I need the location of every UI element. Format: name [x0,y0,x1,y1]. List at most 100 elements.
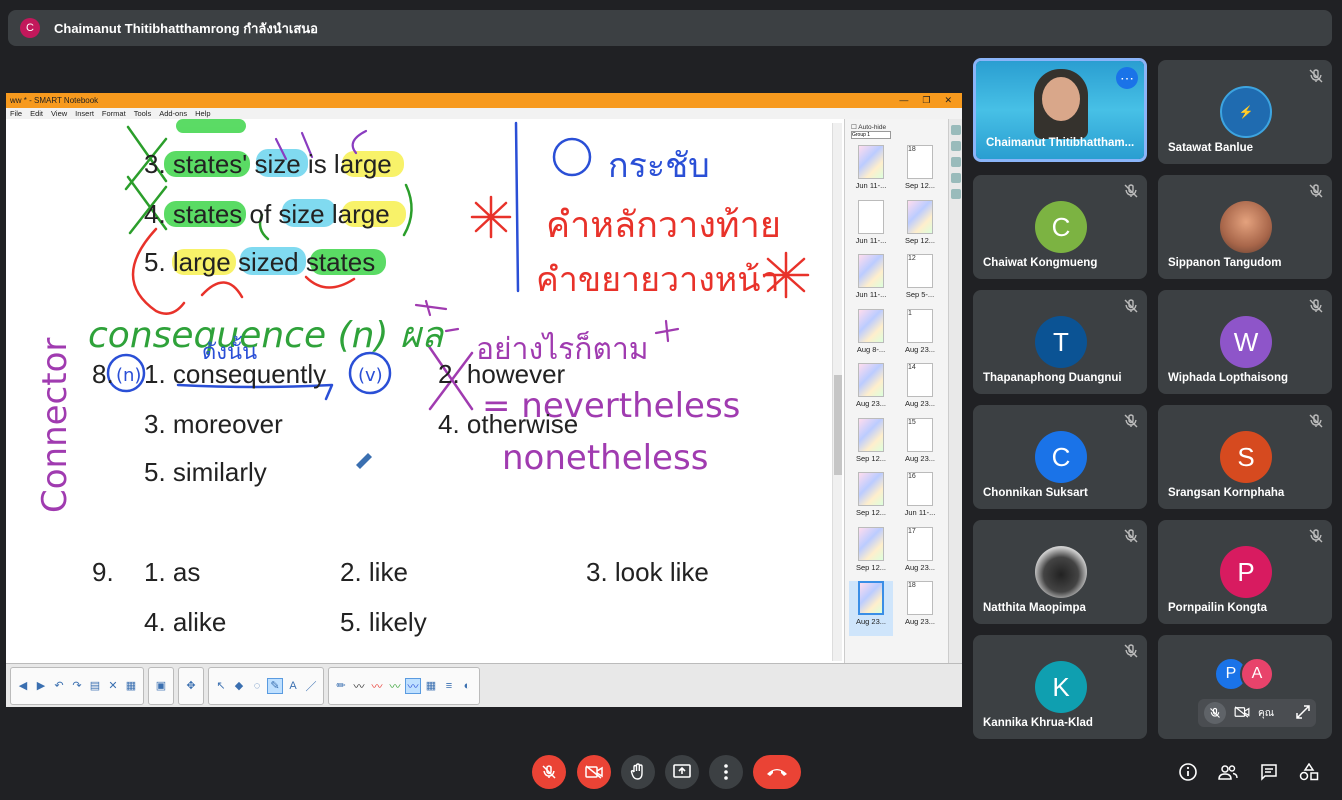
leave-call-button[interactable] [753,755,801,789]
mic-toggle-button[interactable] [532,755,566,789]
page-thumb[interactable]: 12 Sep 5-... [898,254,942,309]
menu-tools[interactable]: Tools [134,109,152,118]
participant-name: Pornpailin Kongta [1168,602,1268,614]
page-sorter-tab-icon[interactable] [951,125,961,135]
pen-color-red-icon[interactable]: 〰 [369,678,385,694]
properties-tab-icon[interactable] [951,173,961,183]
page-thumb[interactable]: Sep 12... [849,472,893,527]
activities-button[interactable] [1299,762,1319,782]
present-now-button[interactable] [665,755,699,789]
group-select[interactable]: Group 1 [851,131,891,139]
raise-hand-button[interactable] [621,755,655,789]
meeting-details-button[interactable] [1178,762,1198,782]
expand-icon[interactable] [1296,704,1310,722]
self-label: คุณ [1258,707,1274,719]
camera-off-icon[interactable] [1234,705,1250,721]
menu-edit[interactable]: Edit [30,109,43,118]
color-palette-icon[interactable]: ▦ [423,678,439,694]
open-icon[interactable]: ▤ [87,678,103,694]
select-icon[interactable]: ↖ [213,678,229,694]
participant-tile[interactable]: C Chonnikan Suksart [973,405,1147,509]
self-tile[interactable]: P A คุณ [1158,635,1332,739]
fill-icon[interactable]: ◆ [231,678,247,694]
people-button[interactable] [1218,762,1238,782]
mic-off-icon[interactable] [1204,702,1226,724]
participant-tile[interactable]: K Kannika Khrua-Klad [973,635,1147,739]
page-thumb[interactable]: 14 Aug 23... [898,363,942,418]
page-thumb[interactable]: Jun 11-... [849,254,893,309]
canvas-vertical-scrollbar[interactable] [832,123,842,661]
move-icon[interactable]: ✥ [183,678,199,694]
screen-shade-icon[interactable]: ▣ [153,678,169,694]
highlighter-icon[interactable]: ◐ [459,678,475,694]
camera-toggle-button[interactable] [577,755,611,789]
pen-color-black-icon[interactable]: 〰 [351,678,367,694]
ink-connector: Connector [35,338,75,513]
autohide-checkbox[interactable]: ☐ Auto-hide [845,119,948,131]
page-thumb[interactable]: Aug 23... [849,363,893,418]
participant-tile[interactable]: T Thapanaphong Duangnui [973,290,1147,394]
participant-avatar: P [1220,546,1272,598]
page-thumb[interactable]: 16 Jun 11-... [898,472,942,527]
delete-icon[interactable]: ✕ [105,678,121,694]
page-thumb[interactable]: Jun 11-... [849,145,893,200]
addons-tab-icon[interactable] [951,189,961,199]
pen-icon[interactable]: ✎ [267,677,283,694]
line-icon[interactable]: ／ [303,678,319,694]
menu-format[interactable]: Format [102,109,126,118]
chat-button[interactable] [1259,762,1279,782]
notebook-canvas[interactable]: consequence (n) ผล กระชับ คำหลักวางท้าย … [6,119,842,657]
participant-tile[interactable]: Sippanon Tangudom [1158,175,1332,279]
participant-tile[interactable]: Natthita Maopimpa [973,520,1147,624]
present-screen-icon [673,764,691,778]
menu-file[interactable]: File [10,109,22,118]
page-thumb[interactable]: 18 Sep 12... [898,145,942,200]
more-options-button[interactable] [709,755,743,789]
whiteboard-svg: consequence (n) ผล กระชับ คำหลักวางท้าย … [35,119,810,637]
gallery-tab-icon[interactable] [951,141,961,151]
eraser-icon[interactable]: ◌ [249,678,265,694]
pen-color-blue-icon[interactable]: 〰 [405,677,421,694]
table-icon[interactable]: ▦ [123,678,139,694]
menu-insert[interactable]: Insert [75,109,94,118]
notebook-toolbar: ◀ ▶ ↶ ↷ ▤ ✕ ▦ ▣ ✥ ↖ ◆ ◌ ✎ A ／ ✏ 〰 〰 〰 〰 … [6,663,962,707]
page-thumb[interactable]: 1 Aug 23... [898,308,942,364]
scrollbar-thumb[interactable] [834,375,842,475]
typed-line: 3. look like [586,557,709,587]
redo-icon[interactable]: ↷ [69,678,85,694]
participant-tile[interactable]: ⋯ Chaimanut Thitibhattham... [973,58,1147,162]
more-options-icon[interactable]: ⋯ [1116,67,1138,89]
attachments-tab-icon[interactable] [951,157,961,167]
participant-tile[interactable]: P Pornpailin Kongta [1158,520,1332,624]
pen-color-green-icon[interactable]: 〰 [387,678,403,694]
thumb-row: Jun 11-... 18 Sep 12... [849,145,949,200]
participant-tile[interactable]: W Wiphada Lopthaisong [1158,290,1332,394]
undo-icon[interactable]: ↶ [51,678,67,694]
text-icon[interactable]: A [285,678,301,694]
page-thumb[interactable]: Jun 11-... [849,199,893,255]
typed-line: 9. [92,557,114,587]
page-thumb-selected[interactable]: Aug 23... [849,581,893,636]
previous-page-icon[interactable]: ◀ [15,678,31,694]
next-page-icon[interactable]: ▶ [33,678,49,694]
page-thumb[interactable]: 17 Aug 23... [898,526,942,582]
page-thumb[interactable]: Sep 12... [898,199,942,255]
page-thumb[interactable]: Sep 12... [849,526,893,582]
menu-addons[interactable]: Add-ons [159,109,187,118]
page-thumb[interactable]: 18 Aug 23... [898,581,942,636]
typed-line: 3. moreover [144,409,283,439]
participant-tile[interactable]: S Srangsan Kornphaha [1158,405,1332,509]
participant-tile[interactable]: ⚡ Satawat Banlue [1158,60,1332,164]
page-thumb[interactable]: 15 Aug 23... [898,417,942,473]
pen-style-icon[interactable]: ✏ [333,678,349,694]
menu-view[interactable]: View [51,109,67,118]
page-thumb[interactable]: Aug 8-... [849,308,893,364]
menu-help[interactable]: Help [195,109,210,118]
line-style-icon[interactable]: ≡ [441,678,457,694]
participant-tile[interactable]: C Chaiwat Kongmueng [973,175,1147,279]
minimize-icon[interactable]: — [899,95,908,106]
page-thumb[interactable]: Sep 12... [849,417,893,473]
close-icon[interactable]: ✕ [944,95,952,106]
restore-icon[interactable]: ❐ [922,95,930,106]
ink-thai-1: คำหลักวางท้าย [546,205,781,246]
